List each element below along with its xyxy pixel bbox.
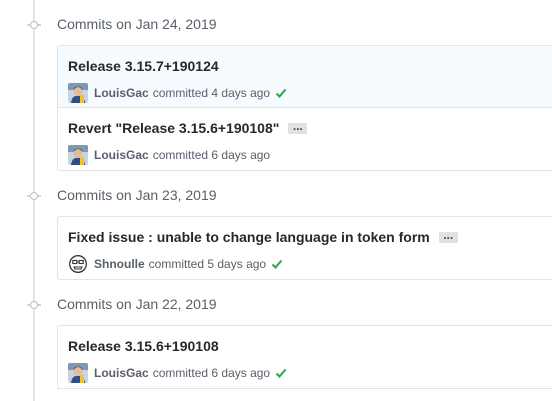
commit-group-title: Commits on Jan 23, 2019 (57, 187, 217, 203)
commit-group-title: Commits on Jan 22, 2019 (57, 296, 217, 312)
commit-author[interactable]: LouisGac (94, 366, 149, 380)
commit-author[interactable]: Shnoulle (94, 257, 145, 271)
commit-time: 6 days ago (211, 148, 271, 162)
commit-title-link[interactable]: Release 3.15.6+190108 (68, 338, 219, 354)
avatar-shnoulle[interactable] (68, 254, 88, 274)
expand-message-button[interactable]: ... (438, 229, 458, 243)
expand-message-button[interactable]: ... (288, 120, 308, 134)
avatar-louisgac[interactable] (68, 145, 88, 165)
commit-history-page: Commits on Jan 24, 2019 Release 3.15.7+1… (0, 0, 552, 401)
commit-title-link[interactable]: Fixed issue : unable to change language … (68, 229, 430, 245)
git-commit-icon (27, 192, 41, 200)
avatar-louisgac[interactable] (68, 83, 88, 103)
commit-verb: committed (152, 86, 209, 100)
commit-item[interactable]: Release 3.15.6+190108 LouisGac committed… (58, 326, 552, 388)
commit-time: 4 days ago (211, 86, 271, 100)
git-commit-icon (27, 21, 41, 29)
check-icon[interactable] (271, 258, 283, 270)
commit-verb: committed (152, 148, 209, 162)
commit-list: Release 3.15.6+190108 LouisGac committed… (57, 325, 552, 389)
commit-verb: committed (152, 366, 209, 380)
commit-group-title: Commits on Jan 24, 2019 (57, 16, 217, 32)
commit-author[interactable]: LouisGac (94, 86, 149, 100)
check-icon[interactable] (275, 367, 287, 379)
commit-item[interactable]: Fixed issue : unable to change language … (58, 217, 552, 279)
avatar-louisgac[interactable] (68, 363, 88, 383)
commit-group-header: Commits on Jan 24, 2019 (0, 13, 552, 37)
commit-time: 5 days ago (207, 257, 267, 271)
commit-item-partial (57, 388, 552, 401)
commit-list: Fixed issue : unable to change language … (57, 216, 552, 280)
commit-title-link[interactable]: Release 3.15.7+190124 (68, 58, 219, 74)
git-commit-icon (27, 301, 41, 309)
commit-group-header: Commits on Jan 22, 2019 (0, 293, 552, 317)
commit-group-header: Commits on Jan 23, 2019 (0, 184, 552, 208)
commit-list: Release 3.15.7+190124 LouisGac committed… (57, 45, 552, 171)
commit-title-link[interactable]: Revert "Release 3.15.6+190108" (68, 120, 279, 136)
commit-author[interactable]: LouisGac (94, 148, 149, 162)
commit-time: 6 days ago (211, 366, 271, 380)
commit-item[interactable]: Release 3.15.7+190124 LouisGac committed… (58, 46, 552, 108)
check-icon[interactable] (275, 87, 287, 99)
commit-item[interactable]: Revert "Release 3.15.6+190108" ... Louis… (58, 108, 552, 170)
commit-verb: committed (148, 257, 205, 271)
